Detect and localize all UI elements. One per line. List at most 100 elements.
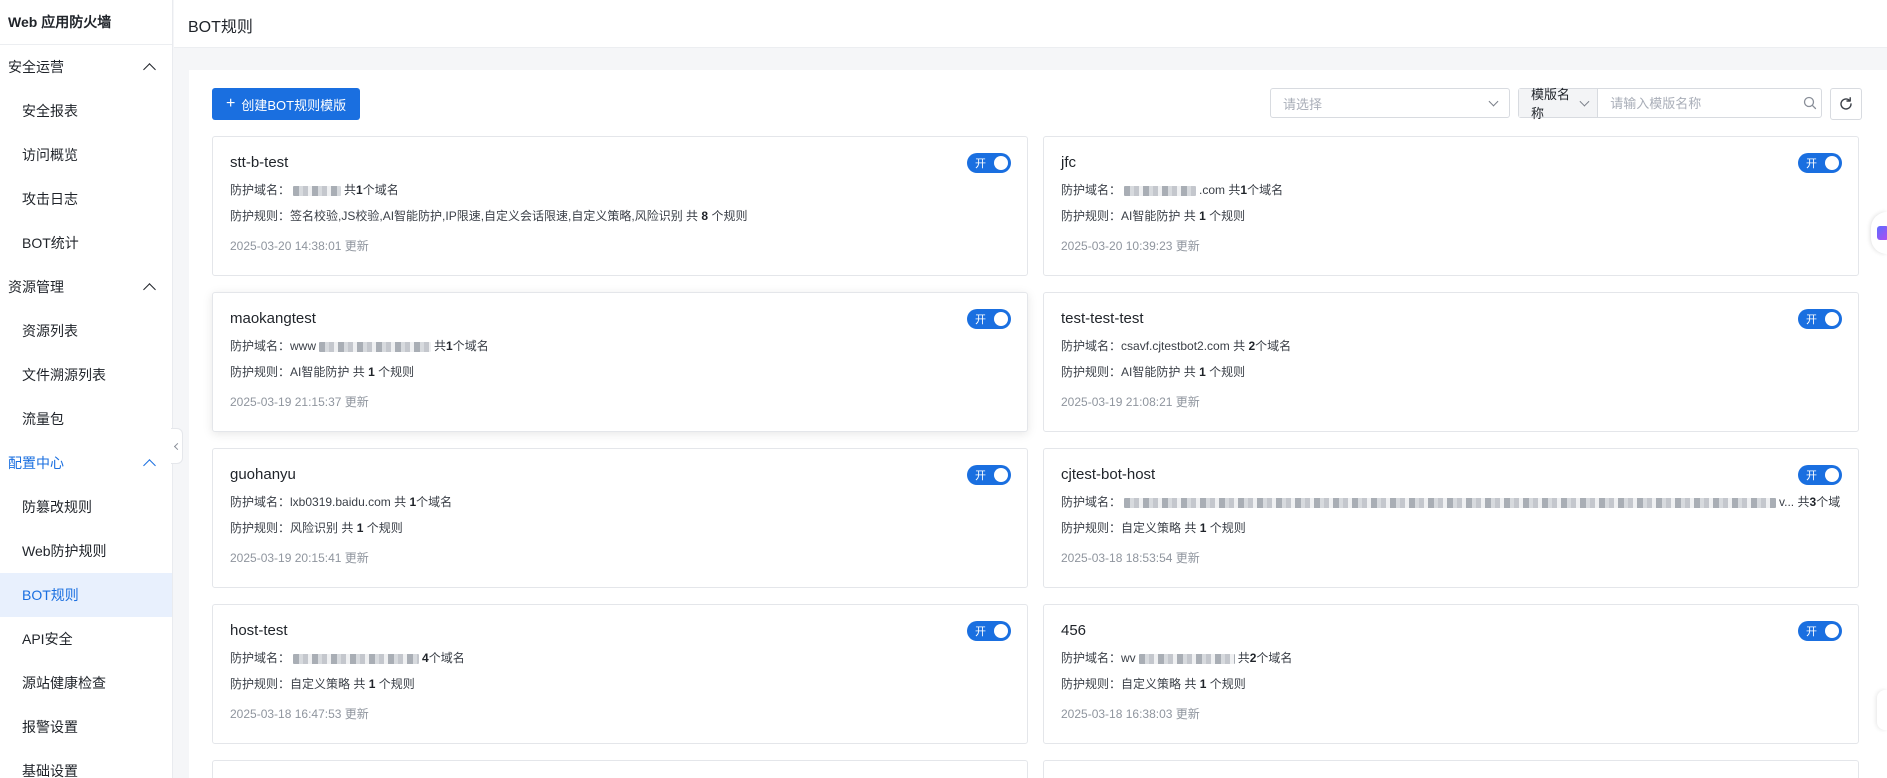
rule-count: 1 (368, 677, 376, 691)
chevron-left-icon (173, 442, 182, 450)
enable-toggle[interactable]: 开 (1798, 465, 1842, 485)
toggle-knob (1825, 156, 1839, 170)
rule-names: 自定义策略 (1121, 677, 1182, 691)
brand-title: Web 应用防火墙 (8, 14, 112, 30)
card-name: stt-b-test (230, 154, 289, 171)
rule-names: 风险识别 (290, 521, 339, 535)
rule-card-partial[interactable] (1043, 760, 1859, 778)
rule-count-prefix: 共 (341, 521, 354, 535)
domain-count-prefix: 共 (1233, 339, 1246, 353)
domain-label: 防护域名： (1061, 651, 1122, 665)
nav-item-access-overview[interactable]: 访问概览 (0, 133, 172, 177)
card-name: maokangtest (230, 310, 316, 327)
rule-card[interactable]: 456 开 防护域名：wv 共2个域名 防护规则：自定义策略 共 1 个规则 20… (1043, 604, 1859, 744)
nav-item-resource-list[interactable]: 资源列表 (0, 309, 172, 353)
search-field-select[interactable]: 模版名称 (1519, 87, 1599, 121)
nav-item-alert-settings[interactable]: 报警设置 (0, 705, 172, 749)
card-rule-row: 防护规则：自定义策略 共 1 个规则 (1061, 675, 1841, 693)
nav-item-anti-tamper[interactable]: 防篡改规则 (0, 485, 172, 529)
domain-count-prefix: 共 (1237, 651, 1250, 665)
search-input[interactable] (1598, 89, 1799, 117)
nav-item-attack-log[interactable]: 攻击日志 (0, 177, 172, 221)
card-domain-row: 防护域名： 共1个域名 (230, 181, 1010, 199)
redacted-domain (1124, 497, 1777, 508)
rule-names: AI智能防护 (1121, 365, 1181, 379)
chevron-up-icon (143, 62, 156, 76)
card-updated-time: 2025-03-19 21:15:37 更新 (230, 395, 369, 409)
rule-names: 签名校验,JS校验,AI智能防护,IP限速,自定义会话限速,自定义策略,风险识别 (290, 209, 683, 223)
filter-select[interactable]: 请选择 (1270, 88, 1510, 118)
nav-item-bot-stats[interactable]: BOT统计 (0, 221, 172, 265)
domain-count-prefix: 共 (434, 339, 447, 353)
toggle-knob (994, 312, 1008, 326)
enable-toggle[interactable]: 开 (967, 153, 1011, 173)
enable-toggle[interactable]: 开 (967, 621, 1011, 641)
rule-count: 1 (1199, 677, 1207, 691)
enable-toggle[interactable]: 开 (1798, 621, 1842, 641)
nav-group-resource-mgmt[interactable]: 资源管理 (0, 265, 172, 309)
enable-toggle[interactable]: 开 (1798, 309, 1842, 329)
side-float-tab[interactable] (1877, 690, 1887, 730)
nav-item-traffic-package[interactable]: 流量包 (0, 397, 172, 441)
rule-names: AI智能防护 (290, 365, 350, 379)
redacted-domain (1124, 185, 1197, 196)
domain-count-suffix: 个域名 (1255, 339, 1292, 353)
rule-card-partial[interactable] (212, 760, 1028, 778)
rule-card[interactable]: test-test-test 开 防护域名：csavf.cjtestbot2.c… (1043, 292, 1859, 432)
rule-names: 自定义策略 (290, 677, 351, 691)
rule-card[interactable]: jfc 开 防护域名： .com 共1个域名 防护规则：AI智能防护 共 1 个规… (1043, 136, 1859, 276)
rule-card[interactable]: maokangtest 开 防护域名：www 共1个域名 防护规则：AI智能防护 … (212, 292, 1028, 432)
nav-group-label: 安全运营 (8, 59, 64, 75)
rule-count: 1 (1199, 365, 1206, 379)
rule-count-prefix: 共 (353, 677, 366, 691)
toggle-label: 开 (975, 470, 986, 482)
refresh-button[interactable] (1830, 88, 1862, 120)
nav-group-config-center[interactable]: 配置中心 (0, 441, 172, 485)
enable-toggle[interactable]: 开 (1798, 153, 1842, 173)
domain-text: csavf.cjtestbot2.com (1121, 339, 1230, 353)
page-title: BOT规则 (188, 19, 253, 36)
card-updated-time: 2025-03-20 14:38:01 更新 (230, 239, 369, 253)
card-domain-row: 防护域名：www 共1个域名 (230, 337, 1010, 355)
domain-text: v... (1779, 495, 1795, 509)
nav-item-file-trace-list[interactable]: 文件溯源列表 (0, 353, 172, 397)
card-updated-time: 2025-03-18 16:38:03 更新 (1061, 707, 1200, 721)
assistant-logo-icon (1877, 226, 1887, 240)
create-bot-template-button[interactable]: + 创建BOT规则模版 (212, 88, 361, 120)
chevron-up-icon (143, 458, 156, 472)
rule-card[interactable]: host-test 开 防护域名： 4个域名 防护规则：自定义策略 共 1 个规则… (212, 604, 1028, 744)
plus-icon: + (226, 95, 236, 112)
nav-item-origin-health[interactable]: 源站健康检查 (0, 661, 172, 705)
domain-text: .com (1199, 183, 1226, 197)
assistant-float-icon[interactable] (1871, 212, 1887, 254)
rule-label: 防护规则： (1061, 677, 1122, 691)
enable-toggle[interactable]: 开 (967, 309, 1011, 329)
rule-card[interactable]: cjtest-bot-host 开 防护域名：v... 共3个域名 防护规则：自… (1043, 448, 1859, 588)
nav-item-web-protection[interactable]: Web防护规则 (0, 529, 172, 573)
rule-card[interactable]: stt-b-test 开 防护域名： 共1个域名 防护规则：签名校验,JS校验,A… (212, 136, 1028, 276)
search-icon[interactable] (1798, 96, 1821, 110)
enable-toggle[interactable]: 开 (967, 465, 1011, 485)
nav-item-bot-rules[interactable]: BOT规则 (0, 573, 172, 617)
rule-count-suffix: 个规则 (366, 521, 403, 535)
main-panel: + 创建BOT规则模版 请选择 模版名称 stt-b-test 开 防护域名： 共… (189, 70, 1887, 778)
nav-item-basic-settings[interactable]: 基础设置 (0, 749, 172, 778)
rule-count-suffix: 个规则 (1209, 677, 1246, 691)
rule-count-suffix: 个规则 (711, 209, 748, 223)
chevron-down-icon (1488, 96, 1499, 106)
toggle-label: 开 (1806, 470, 1817, 482)
toggle-knob (1825, 624, 1839, 638)
domain-count-prefix: 共 (344, 183, 357, 197)
sidebar-collapse-handle[interactable] (171, 428, 183, 464)
card-domain-row: 防护域名：wv 共2个域名 (1061, 649, 1841, 667)
rule-card[interactable]: guohanyu 开 防护域名：lxb0319.baidu.com 共 1个域名… (212, 448, 1028, 588)
card-name: 456 (1061, 622, 1087, 639)
rule-count-suffix: 个规则 (378, 677, 415, 691)
nav-item-api-security[interactable]: API安全 (0, 617, 172, 661)
nav-item-security-report[interactable]: 安全报表 (0, 89, 172, 133)
domain-count-suffix: 个域名 (1247, 183, 1284, 197)
toggle-label: 开 (975, 314, 986, 326)
card-domain-row: 防护域名： .com 共1个域名 (1061, 181, 1841, 199)
rule-label: 防护规则： (1061, 365, 1122, 379)
nav-group-security-ops[interactable]: 安全运营 (0, 45, 172, 89)
